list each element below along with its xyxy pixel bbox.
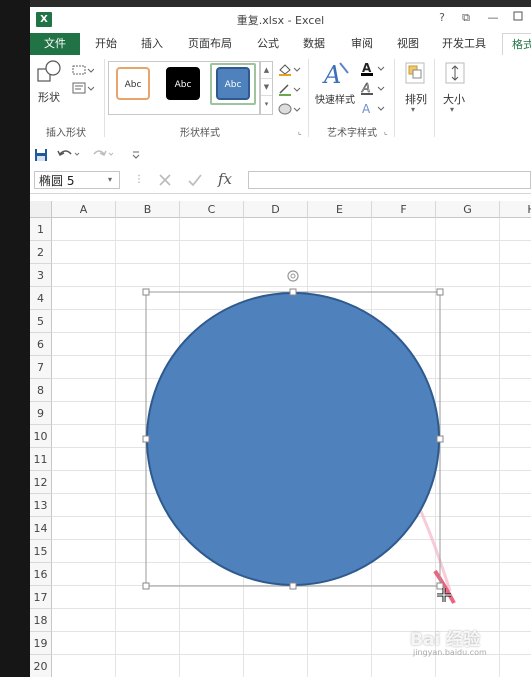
style-swatch-black[interactable]: Abc bbox=[166, 67, 200, 100]
ribbon-display-button[interactable]: ⧉ bbox=[458, 11, 474, 25]
cancel-icon[interactable] bbox=[156, 172, 174, 188]
resize-handle-nw[interactable] bbox=[142, 288, 150, 296]
shapes-icon[interactable] bbox=[36, 59, 62, 85]
gallery-more-icon[interactable]: ▾ bbox=[261, 96, 272, 113]
quick-styles-label[interactable]: 快速样式 bbox=[315, 91, 355, 106]
watermark-url: jingyan.baidu.com bbox=[413, 648, 487, 657]
resize-handle-se[interactable] bbox=[436, 582, 444, 590]
resize-handle-w[interactable] bbox=[142, 435, 150, 443]
redo-icon[interactable] bbox=[90, 146, 116, 162]
excel-window: X 重复.xlsx - Excel ? ⧉ — 文件 开始 插入 页面布局 公式… bbox=[30, 7, 531, 677]
tab-file[interactable]: 文件 bbox=[30, 33, 80, 55]
text-box-icon[interactable] bbox=[72, 79, 95, 94]
tab-data[interactable]: 数据 bbox=[296, 33, 332, 55]
svg-text:A: A bbox=[362, 102, 371, 116]
resize-handle-n[interactable] bbox=[289, 288, 297, 296]
gallery-scroller[interactable]: ▲ ▼ ▾ bbox=[260, 61, 273, 115]
shape-outline-icon[interactable] bbox=[277, 81, 301, 96]
quick-access-toolbar bbox=[30, 143, 531, 167]
shape-effects-icon[interactable] bbox=[277, 101, 301, 115]
formula-input[interactable] bbox=[248, 171, 531, 189]
resize-handle-sw[interactable] bbox=[142, 582, 150, 590]
group-divider bbox=[394, 59, 395, 137]
insert-shapes-group-label: 插入形状 bbox=[46, 128, 86, 139]
size-dropdown-icon[interactable]: ▾ bbox=[450, 105, 454, 114]
worksheet-grid: ABCDEFGH 1234567891011121314151617181920 bbox=[30, 201, 531, 677]
style-swatch-white[interactable]: Abc bbox=[116, 67, 150, 100]
shape-layer bbox=[142, 270, 456, 604]
group-divider bbox=[104, 59, 105, 137]
title-bar: X 重复.xlsx - Excel ? ⧉ — bbox=[30, 7, 531, 33]
resize-handle-e[interactable] bbox=[436, 435, 444, 443]
gallery-down-icon[interactable]: ▼ bbox=[261, 79, 272, 96]
shape-styles-launcher-icon[interactable]: ⌞ bbox=[298, 127, 302, 136]
arrange-label[interactable]: 排列 bbox=[405, 91, 427, 107]
name-box-dropdown-icon[interactable]: ▾ bbox=[108, 175, 112, 184]
insert-function-button[interactable]: fx bbox=[218, 170, 232, 188]
tab-page-layout[interactable]: 页面布局 bbox=[182, 33, 238, 55]
ribbon: 形状 插入形状 Abc Abc Abc ▲ ▼ ▾ 形状样式 ⌞ A 快速样式 … bbox=[30, 55, 531, 144]
text-outline-icon[interactable]: A bbox=[360, 81, 388, 95]
tab-format[interactable]: 格式 bbox=[502, 33, 531, 57]
tab-review[interactable]: 审阅 bbox=[344, 33, 380, 55]
quick-styles-icon[interactable]: A bbox=[322, 59, 350, 89]
svg-text:A: A bbox=[322, 61, 341, 89]
ellipse-shape[interactable] bbox=[146, 292, 440, 586]
left-dark-bar bbox=[0, 0, 30, 677]
group-divider bbox=[308, 59, 309, 137]
text-effects-icon[interactable]: A bbox=[360, 101, 388, 116]
save-icon[interactable] bbox=[34, 147, 48, 161]
resize-handle-ne[interactable] bbox=[436, 288, 444, 296]
gallery-up-icon[interactable]: ▲ bbox=[261, 62, 272, 79]
more-options-icon[interactable]: ⋮ bbox=[134, 174, 144, 185]
tab-home[interactable]: 开始 bbox=[88, 33, 124, 55]
tab-insert[interactable]: 插入 bbox=[134, 33, 170, 55]
undo-icon[interactable] bbox=[56, 146, 82, 162]
group-divider bbox=[434, 59, 435, 137]
style-swatch-blue[interactable]: Abc bbox=[216, 67, 250, 100]
shape-styles-group-label: 形状样式 bbox=[180, 128, 220, 139]
edit-shape-icon[interactable] bbox=[72, 61, 95, 75]
tab-developer[interactable]: 开发工具 bbox=[436, 33, 492, 55]
customize-qat-icon[interactable] bbox=[130, 146, 142, 162]
shapes-button-label[interactable]: 形状 bbox=[38, 89, 60, 105]
rotation-handle-inner bbox=[290, 273, 296, 279]
size-icon[interactable] bbox=[444, 61, 466, 85]
arrange-dropdown-icon[interactable]: ▾ bbox=[411, 105, 415, 114]
arrange-icon[interactable] bbox=[404, 61, 426, 85]
window-title: 重复.xlsx - Excel bbox=[236, 14, 325, 27]
restore-icon[interactable] bbox=[510, 11, 526, 24]
ribbon-tabs: 文件 开始 插入 页面布局 公式 数据 审阅 视图 开发工具 格式 bbox=[30, 33, 531, 57]
wordart-launcher-icon[interactable]: ⌞ bbox=[384, 127, 388, 136]
help-button[interactable]: ? bbox=[434, 11, 450, 24]
text-fill-icon[interactable]: A bbox=[360, 61, 388, 76]
resize-handle-s[interactable] bbox=[289, 582, 297, 590]
formula-bar: 椭圆 5 ▾ ⋮ fx bbox=[30, 169, 531, 194]
tab-formulas[interactable]: 公式 bbox=[250, 33, 286, 55]
wordart-group-label: 艺术字样式 bbox=[327, 128, 377, 139]
enter-icon[interactable] bbox=[186, 172, 204, 188]
watermark: Bai 经验 bbox=[410, 630, 481, 650]
top-strip bbox=[0, 0, 531, 7]
shape-fill-icon[interactable] bbox=[277, 61, 301, 76]
minimize-button[interactable]: — bbox=[485, 11, 501, 24]
tab-view[interactable]: 视图 bbox=[390, 33, 426, 55]
